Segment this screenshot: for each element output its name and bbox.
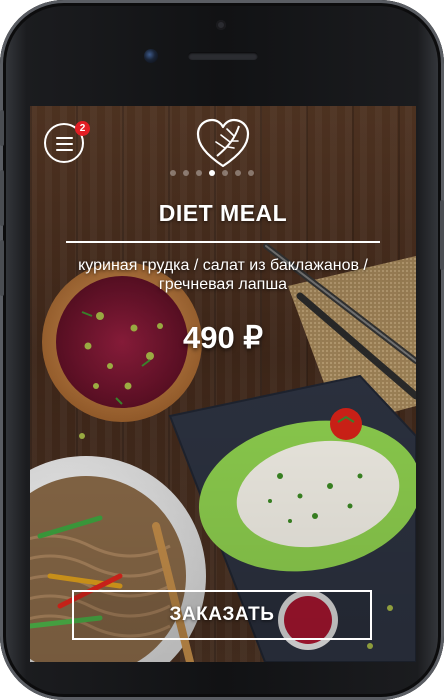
title-divider <box>66 241 380 243</box>
phone-frame: 2 DIET MEAL куриная грудка / салат из ба… <box>0 0 444 700</box>
hamburger-menu-icon <box>56 137 73 139</box>
proximity-sensor <box>216 20 226 30</box>
carousel-dot[interactable] <box>235 170 241 176</box>
carousel-indicator <box>170 170 276 180</box>
carousel-dot[interactable] <box>196 170 202 176</box>
earpiece-speaker <box>188 52 258 60</box>
mute-switch <box>0 110 4 146</box>
carousel-dot-active[interactable] <box>209 170 215 176</box>
carousel-dot[interactable] <box>222 170 228 176</box>
meal-price: 490 ₽ <box>182 320 264 355</box>
menu-button[interactable]: 2 <box>44 121 90 163</box>
volume-down-button <box>0 240 4 296</box>
leaf-heart-logo-icon <box>196 118 250 168</box>
carousel-dot[interactable] <box>248 170 254 176</box>
front-camera-icon <box>144 49 158 63</box>
carousel-dot[interactable] <box>170 170 176 176</box>
hamburger-line <box>56 143 73 145</box>
carousel-dot[interactable] <box>183 170 189 176</box>
hamburger-line <box>56 149 73 151</box>
volume-up-button <box>0 170 4 226</box>
power-button <box>440 200 444 270</box>
order-button[interactable]: ЗАКАЗАТЬ <box>72 590 372 640</box>
image-overlay <box>30 106 416 662</box>
app-screen: 2 DIET MEAL куриная грудка / салат из ба… <box>30 106 416 662</box>
meal-title: DIET MEAL <box>158 200 288 226</box>
meal-description: куриная грудка / салат из баклажанов / г… <box>78 257 368 293</box>
notification-badge: 2 <box>75 121 90 136</box>
